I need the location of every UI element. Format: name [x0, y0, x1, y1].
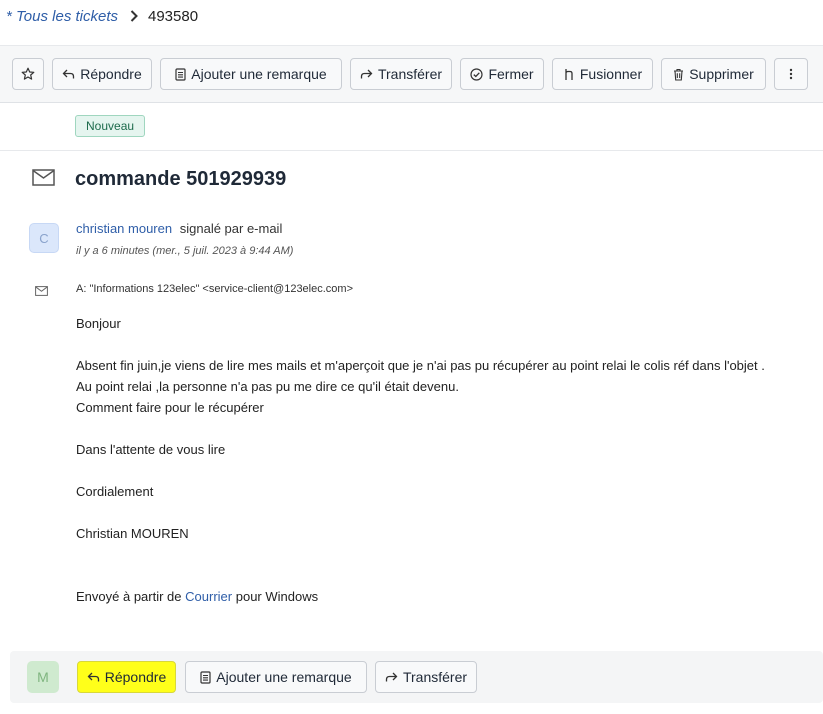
message-author-line: christian mouren signalé par e-mail: [76, 221, 282, 236]
close-label: Fermer: [488, 66, 534, 82]
ticket-toolbar: Répondre Ajouter une remarque Transférer…: [0, 45, 823, 103]
reply-bar-add-note-button[interactable]: Ajouter une remarque: [185, 661, 367, 693]
ticket-id: 493580: [148, 7, 199, 25]
body-line: Absent fin juin,je viens de lire mes mai…: [76, 358, 765, 373]
reply-button[interactable]: Répondre: [52, 58, 152, 90]
body-greeting: Bonjour: [76, 316, 121, 331]
merge-button[interactable]: Fusionner: [552, 58, 653, 90]
forward-icon: [360, 68, 373, 80]
body-sent-from: Envoyé à partir de Courrier pour Windows: [76, 589, 318, 604]
avatar: M: [27, 661, 59, 693]
forward-label: Transférer: [402, 669, 468, 685]
breadcrumb: * Tous les tickets 493580: [6, 6, 198, 26]
add-note-label: Ajouter une remarque: [216, 669, 352, 685]
reply-label: Répondre: [104, 669, 167, 685]
forward-label: Transférer: [377, 66, 443, 82]
body-closing: Cordialement: [76, 484, 154, 499]
star-button[interactable]: [12, 58, 44, 90]
reply-label: Répondre: [80, 66, 142, 82]
star-icon: [21, 67, 35, 81]
reply-bar-reply-button[interactable]: Répondre: [77, 661, 176, 693]
merge-label: Fusionner: [579, 66, 643, 82]
add-note-button[interactable]: Ajouter une remarque: [160, 58, 342, 90]
body-signature: Christian MOUREN: [76, 526, 189, 541]
envelope-icon: [35, 283, 48, 301]
all-tickets-link[interactable]: * Tous les tickets: [6, 8, 118, 25]
avatar: C: [29, 223, 59, 253]
chevron-right-icon: [130, 10, 138, 22]
check-circle-icon: [470, 67, 484, 81]
body-waiting: Dans l'attente de vous lire: [76, 442, 226, 457]
close-button[interactable]: Fermer: [460, 58, 544, 90]
more-vertical-icon: [789, 68, 793, 80]
note-icon: [200, 670, 211, 684]
delete-label: Supprimer: [689, 66, 754, 82]
trash-icon: [673, 68, 684, 81]
envelope-icon: [32, 169, 55, 191]
status-badge: Nouveau: [75, 115, 146, 137]
reply-icon: [62, 68, 75, 80]
add-note-label: Ajouter une remarque: [191, 66, 327, 82]
ticket-subject: commande 501929939: [75, 168, 287, 190]
sent-from-prefix: Envoyé à partir de: [76, 589, 182, 604]
message-recipient: A: "Informations 123elec" <service-clien…: [76, 283, 353, 295]
author-channel: signalé par e-mail: [179, 221, 283, 236]
reply-icon: [87, 671, 100, 683]
forward-icon: [385, 671, 398, 683]
divider: [0, 150, 823, 151]
sent-from-suffix: pour Windows: [235, 589, 319, 604]
note-icon: [175, 67, 186, 81]
message-timestamp: il y a 6 minutes (mer., 5 juil. 2023 à 9…: [76, 245, 294, 257]
delete-button[interactable]: Supprimer: [661, 58, 766, 90]
forward-button[interactable]: Transférer: [350, 58, 452, 90]
body-line: Comment faire pour le récupérer: [76, 400, 264, 415]
author-name[interactable]: christian mouren: [76, 221, 172, 236]
courrier-link[interactable]: Courrier: [185, 589, 232, 604]
reply-bar-forward-button[interactable]: Transférer: [375, 661, 477, 693]
body-line: Au point relai ,la personne n'a pas pu m…: [76, 379, 459, 394]
more-button[interactable]: [774, 58, 808, 90]
merge-icon: [563, 68, 575, 81]
